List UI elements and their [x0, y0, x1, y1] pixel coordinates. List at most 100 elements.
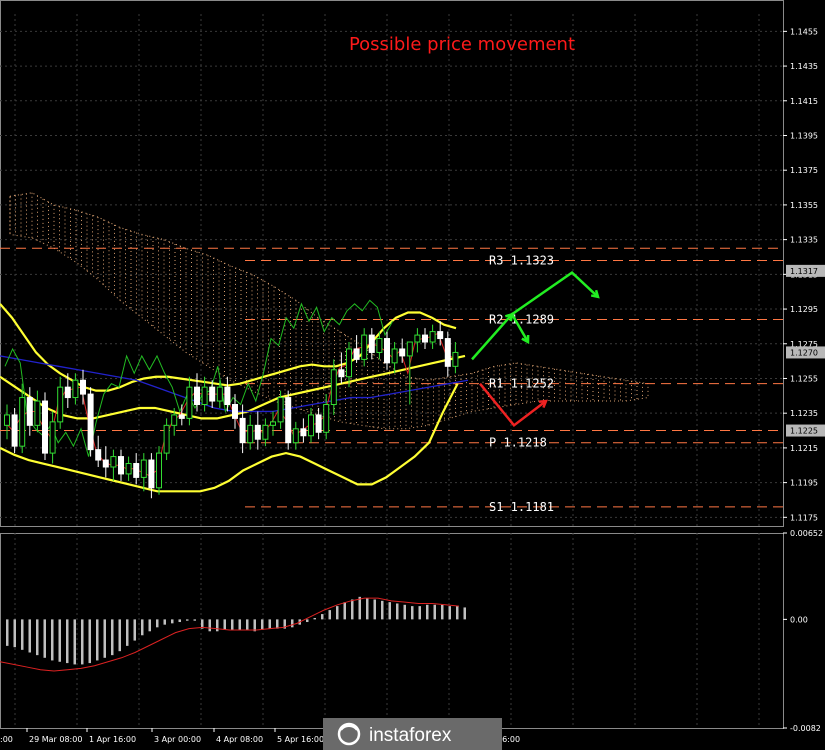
level-label-r1: R1 1.1252 [489, 377, 554, 391]
macd-bar [43, 619, 46, 658]
macd-bar [81, 619, 84, 665]
candle-body [148, 459, 155, 489]
candle-body [171, 414, 178, 426]
macd-bar [133, 619, 136, 641]
time-tick-label: 3 Apr 00:00 [154, 735, 201, 744]
candle-body [270, 421, 276, 426]
candle-body [95, 449, 102, 461]
macd-bar [441, 604, 444, 620]
candle-body [140, 459, 147, 478]
candle-body [4, 414, 10, 426]
candle-body [254, 424, 261, 440]
candle-body [49, 421, 56, 454]
macd-bar [88, 619, 91, 664]
forex-chart: R3 1.1323 R2 1.1289 R1 1.1252 P 1.1218 S1 1.… [0, 0, 825, 750]
macd-bar [261, 619, 264, 630]
chart-background [0, 0, 825, 750]
candle-body [163, 424, 170, 454]
candle-body [19, 397, 26, 447]
price-tick-label: 1.1375 [790, 166, 818, 175]
candle-body [429, 331, 436, 343]
candle-body [64, 386, 71, 399]
candle-body [330, 369, 337, 406]
macd-bar [118, 619, 121, 652]
logo-text: instaforex [369, 725, 452, 746]
candle-body [452, 351, 459, 367]
price-tick-label: 1.1455 [790, 27, 818, 36]
macd-bar [141, 619, 144, 636]
candle-body [277, 397, 284, 423]
level-label-p: P 1.1218 [489, 436, 547, 450]
candle-body [186, 386, 193, 419]
macd-bar [208, 619, 211, 632]
macd-bar [426, 604, 429, 620]
macd-bar [238, 619, 241, 630]
candle-body [26, 397, 33, 426]
price-tick-label: 1.1335 [790, 236, 818, 245]
candle-body [262, 424, 269, 440]
level-label-r3: R3 1.1323 [489, 253, 554, 267]
macd-bar [193, 619, 196, 621]
time-tick-label: :00 [0, 735, 13, 744]
macd-bar [411, 606, 414, 620]
price-tick-label: 1.1295 [790, 305, 818, 314]
macd-bar [358, 596, 361, 620]
macd-bar [403, 604, 406, 620]
chart-title: Possible price movement [349, 34, 575, 55]
macd-bar [51, 619, 54, 661]
candle-body [384, 338, 390, 364]
macd-bar [66, 619, 69, 664]
candle-body [315, 414, 322, 433]
macd-bar [58, 619, 61, 662]
time-tick-label: 4 Apr 08:00 [216, 735, 263, 744]
macd-tick-label: 0.00 [790, 615, 808, 624]
macd-bar [366, 598, 369, 620]
candle-body [414, 334, 421, 343]
price-tick-label: 1.1415 [790, 97, 818, 106]
instaforex-logo: instaforex [323, 718, 502, 750]
candle-body [292, 428, 299, 444]
candle-body [178, 414, 185, 419]
candle-body [133, 463, 140, 478]
candle-body [209, 386, 216, 402]
candle-body [285, 397, 292, 444]
candle-body [110, 456, 117, 468]
macd-bar [456, 606, 459, 620]
macd-bar [336, 606, 339, 620]
macd-bar [21, 619, 24, 650]
candle-body [11, 414, 18, 447]
time-tick-label: 5 Apr 16:00 [277, 735, 324, 744]
candle-body [57, 386, 64, 423]
macd-bar [321, 614, 324, 620]
macd-bar [396, 603, 399, 620]
candle-body [239, 417, 246, 444]
candle-body [42, 400, 48, 454]
macd-bar [328, 610, 331, 620]
macd-bar [306, 619, 309, 623]
macd-bar [291, 619, 294, 628]
macd-bar [6, 619, 9, 646]
candle-body [323, 404, 330, 433]
candle-body [194, 386, 200, 406]
macd-bar [186, 619, 189, 621]
macd-bar [246, 619, 249, 630]
level-label-r2: R2 1.1289 [489, 312, 554, 326]
macd-bar [351, 599, 354, 620]
candle-body [361, 334, 368, 360]
macd-tick-label: -0.0082 [790, 724, 821, 733]
macd-bar [268, 619, 271, 629]
candle-body [300, 428, 307, 437]
time-tick-label: 1 Apr 16:00 [89, 735, 136, 744]
macd-bar [36, 619, 39, 656]
candle-body [118, 456, 124, 475]
candle-body [72, 379, 79, 399]
macd-bar [111, 619, 114, 656]
price-tick-label: 1.1235 [790, 409, 818, 418]
candle-body [444, 338, 451, 367]
candle-body [156, 452, 162, 489]
candle-body [87, 393, 94, 451]
candle-body [422, 334, 428, 343]
macd-bar [171, 619, 174, 624]
price-tick-label: 1.1175 [790, 513, 818, 522]
macd-bar [223, 619, 226, 630]
